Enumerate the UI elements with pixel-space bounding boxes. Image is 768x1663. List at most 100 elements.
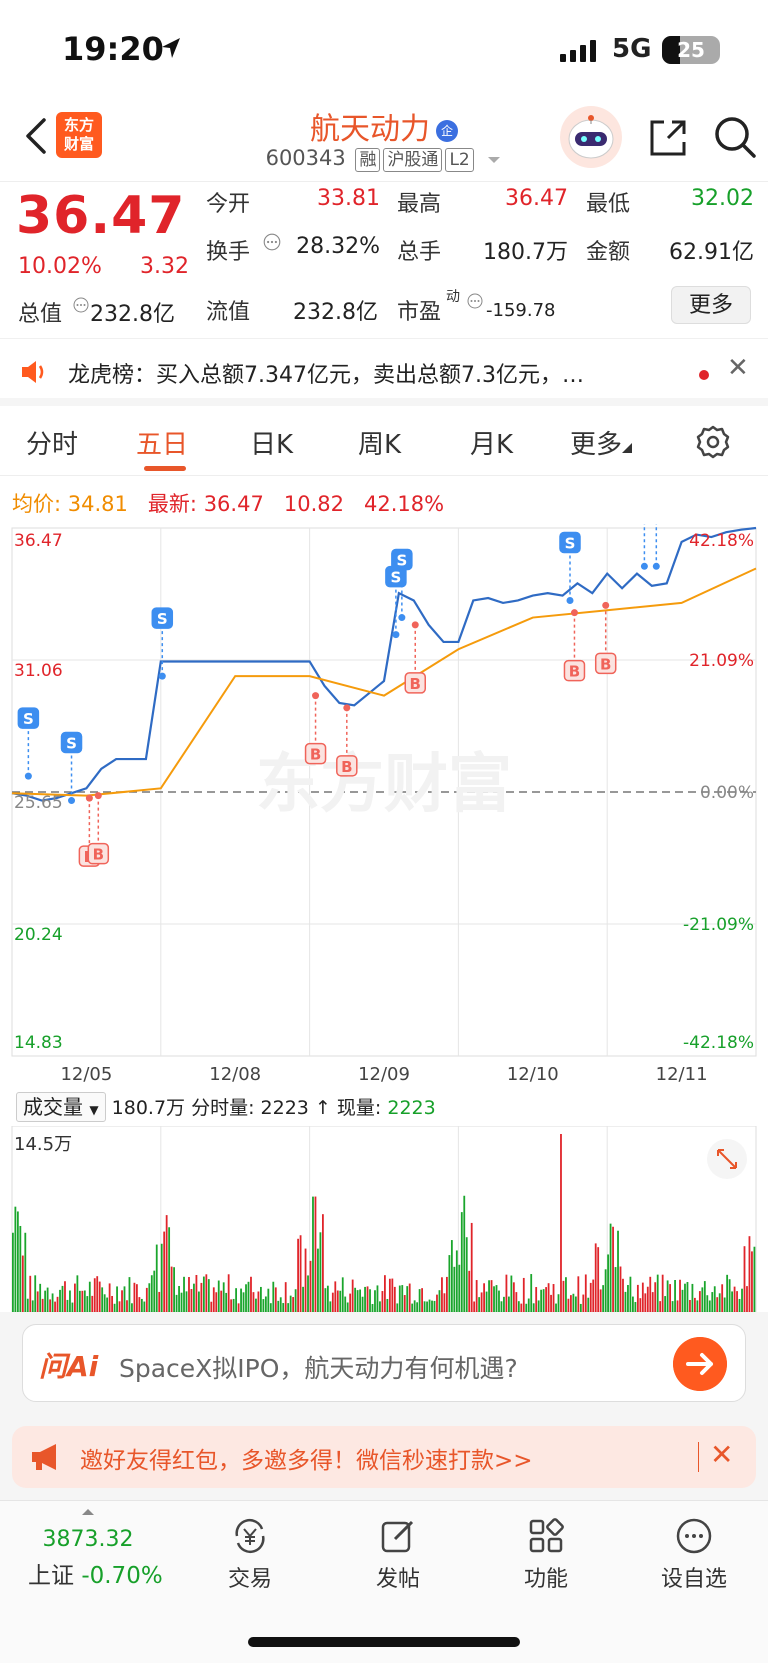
volume-bar xyxy=(736,1291,738,1312)
location-arrow-icon xyxy=(162,38,180,58)
close-icon[interactable]: ✕ xyxy=(727,353,749,383)
expand-icon[interactable] xyxy=(706,1138,748,1180)
tab-more[interactable]: 更多 xyxy=(570,424,633,461)
volume-bar xyxy=(272,1281,275,1312)
edit-icon xyxy=(381,1520,414,1553)
info-dots-icon[interactable] xyxy=(262,232,282,252)
volume-bar xyxy=(136,1284,138,1312)
more-quote-button[interactable]: 更多 xyxy=(671,286,751,324)
megaphone-icon xyxy=(32,1444,56,1470)
tab-weekly-k[interactable]: 周K xyxy=(358,424,401,461)
volume-bar xyxy=(19,1225,22,1312)
volume-bar xyxy=(66,1299,69,1312)
index-quote[interactable]: 3873.32 上证 -0.70% xyxy=(28,1507,163,1590)
low-label: 最低 xyxy=(586,192,631,217)
volume-bar xyxy=(64,1281,66,1312)
info-dots-icon[interactable] xyxy=(466,292,484,310)
chart-info-line: 均价: 34.81 最新: 36.47 10.82 42.18% xyxy=(12,488,444,518)
share-icon[interactable] xyxy=(646,116,690,160)
volume-bar xyxy=(711,1292,714,1312)
volume-bar xyxy=(83,1290,86,1312)
five-day-price-chart[interactable]: 东方财富SSBBSBBSSBSBBSS36.4731.0625.6520.241… xyxy=(0,524,768,1092)
volume-bar xyxy=(185,1291,188,1312)
volume-bar xyxy=(485,1291,488,1312)
volume-bar xyxy=(694,1297,696,1312)
volume-bar xyxy=(264,1296,267,1312)
volume-bar xyxy=(495,1285,498,1312)
marker-label: B xyxy=(310,746,321,764)
volume-bar xyxy=(483,1283,485,1312)
volume-bar xyxy=(602,1285,605,1312)
volume-indicator-select[interactable]: 成交量 ▼ xyxy=(16,1092,106,1122)
tab-more-label: 更多 xyxy=(570,430,623,460)
volume-bar xyxy=(515,1292,518,1312)
marker-dot xyxy=(94,792,102,800)
volume-bar xyxy=(716,1297,719,1312)
volume-bar xyxy=(582,1294,585,1312)
ai-robot-avatar[interactable] xyxy=(560,106,622,168)
billboard-text: 龙虎榜：买入总额7.347亿元，卖出总额7.3亿元，… xyxy=(68,363,584,388)
volume-bar xyxy=(465,1237,468,1312)
volume-bar xyxy=(93,1278,96,1312)
volume-bar xyxy=(488,1280,490,1312)
volume-bar xyxy=(212,1287,215,1312)
pe-superscript: 动 xyxy=(446,289,460,305)
volume-bar xyxy=(463,1195,466,1312)
avg-price-value: 34.81 xyxy=(67,492,128,516)
tab-five-day[interactable]: 五日 xyxy=(136,424,188,461)
gear-icon[interactable] xyxy=(695,424,731,460)
volume-bar xyxy=(326,1285,329,1312)
volume-bar xyxy=(627,1285,629,1312)
volume-total: 180.7万 xyxy=(111,1097,186,1119)
nav-add-watchlist[interactable]: 设自选 xyxy=(634,1517,754,1593)
volume-bar xyxy=(614,1267,617,1312)
index-value: 3873.32 xyxy=(42,1527,134,1552)
marker-dot xyxy=(640,562,648,570)
volume-bar xyxy=(86,1296,89,1312)
volume-bar xyxy=(220,1290,223,1312)
tab-intraday[interactable]: 分时 xyxy=(26,424,78,461)
dragon-tiger-banner[interactable]: 龙虎榜：买入总额7.347亿元，卖出总额7.3亿元，… ✕ xyxy=(0,338,768,406)
marker-dot xyxy=(392,631,400,639)
robot-icon xyxy=(568,115,614,159)
unread-dot xyxy=(699,370,709,380)
volume-bar xyxy=(674,1280,676,1312)
info-dots-icon[interactable] xyxy=(72,296,90,314)
volume-bar xyxy=(731,1291,733,1312)
volume-bar xyxy=(587,1297,590,1312)
volume-bar xyxy=(71,1302,74,1312)
volume-bar xyxy=(69,1290,71,1312)
volume-bar xyxy=(103,1294,106,1312)
cell-signal-icon xyxy=(560,40,596,62)
active-tab-indicator xyxy=(144,466,186,471)
latest-label: 最新: xyxy=(147,492,197,516)
volume-bar xyxy=(160,1243,163,1312)
volume-bar xyxy=(644,1293,647,1312)
volume-bar xyxy=(341,1277,344,1312)
promo-box[interactable]: 邀好友得红包，多邀多得！微信秒速打款>> ✕ xyxy=(12,1426,756,1488)
volume-bar xyxy=(128,1277,131,1312)
yen-cycle-icon xyxy=(235,1518,265,1554)
volume-bar xyxy=(552,1284,555,1312)
tab-daily-k[interactable]: 日K xyxy=(250,424,293,461)
nav-trade[interactable]: 交易 xyxy=(190,1517,310,1593)
y-left-tick: 14.83 xyxy=(14,1033,63,1053)
marker-dot xyxy=(85,794,93,802)
volume-bar xyxy=(641,1282,644,1312)
volume-bar xyxy=(250,1276,252,1312)
volume-bar xyxy=(503,1296,505,1312)
volume-bar xyxy=(108,1283,111,1312)
volume-bar xyxy=(713,1286,716,1312)
search-icon[interactable] xyxy=(712,114,758,160)
float-value: 232.8亿 xyxy=(293,300,378,325)
close-icon[interactable]: ✕ xyxy=(710,1438,733,1471)
tab-monthly-k[interactable]: 月K xyxy=(470,424,513,461)
nav-functions[interactable]: 功能 xyxy=(486,1517,606,1593)
volume-bar xyxy=(480,1292,483,1312)
go-arrow-icon[interactable] xyxy=(673,1337,727,1391)
nav-post[interactable]: 发帖 xyxy=(338,1517,458,1593)
volume-bar-chart[interactable] xyxy=(0,1126,768,1312)
ai-question-box[interactable]: 问Ai SpaceX拟IPO，航天动力有何机遇? xyxy=(22,1324,746,1402)
volume-bar xyxy=(428,1299,431,1312)
volume-bar xyxy=(517,1301,520,1312)
